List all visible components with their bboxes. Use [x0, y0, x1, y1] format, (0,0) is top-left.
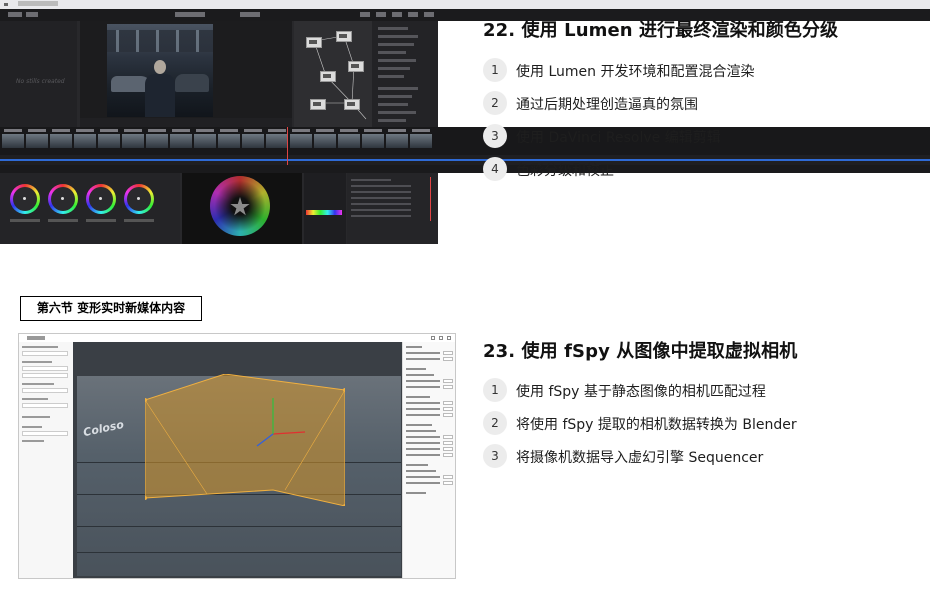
color-node: [344, 99, 360, 110]
gamma-wheel: [48, 184, 78, 214]
offset-wheel: [124, 184, 154, 214]
item-number-badge: 1: [483, 58, 507, 82]
results-sidebar: [402, 342, 455, 578]
item-number-badge: 2: [483, 411, 507, 435]
playhead: [287, 127, 288, 165]
clip-strip: [0, 127, 930, 155]
stills-gallery: No stills created: [0, 21, 77, 127]
node-graph: [294, 21, 372, 127]
color-node: [348, 61, 364, 72]
video-frame: [107, 24, 213, 117]
mini-timeline: [0, 155, 930, 165]
gallery-placeholder: No stills created: [16, 78, 65, 85]
effects-panel: [372, 21, 438, 127]
item-text: 使用 DaVinci Resolve 编辑剪辑: [516, 130, 721, 146]
lift-wheel: [10, 184, 40, 214]
section-label: 第六节 变形实时新媒体内容: [20, 296, 202, 321]
curves-panel: [304, 173, 346, 244]
item-text: 色彩分级和校正: [516, 163, 614, 179]
viewer-controls: [80, 118, 292, 127]
item-number-badge: 3: [483, 444, 507, 468]
item-number-badge: 2: [483, 91, 507, 115]
color-wheels-panel: [0, 173, 180, 244]
item-text: 将使用 fSpy 提取的相机数据转换为 Blender: [516, 417, 797, 433]
davinci-resolve-screenshot: No stills created: [0, 0, 930, 244]
color-toolbar: [0, 165, 930, 173]
color-node: [336, 31, 352, 42]
section2-title: 23. 使用 fSpy 从图像中提取虚拟相机: [483, 341, 798, 362]
item-text: 通过后期处理创造逼真的氛围: [516, 97, 698, 113]
color-node: [310, 99, 326, 110]
hue-spectrum: [306, 210, 342, 215]
item-text: 使用 fSpy 基于静态图像的相机匹配过程: [516, 384, 766, 400]
item-number-badge: 1: [483, 378, 507, 402]
item-number-badge: 4: [483, 157, 507, 181]
keyframes-panel: [347, 173, 438, 244]
window-title: [18, 1, 58, 6]
item-text: 将摄像机数据导入虚幻引擎 Sequencer: [516, 450, 764, 466]
toolbar: [0, 9, 930, 21]
control-lines: [145, 374, 345, 506]
window-titlebar: [0, 0, 930, 9]
settings-sidebar: [19, 342, 74, 578]
gain-wheel: [86, 184, 116, 214]
item-number-badge: 3: [483, 124, 507, 148]
fspy-screenshot: Coloso: [18, 333, 456, 579]
color-node: [306, 37, 322, 48]
item-text: 使用 Lumen 开发环境和配置混合渲染: [516, 64, 755, 80]
color-node: [320, 71, 336, 82]
app-icon: [4, 3, 8, 6]
section1-title: 22. 使用 Lumen 进行最终渲染和颜色分级: [483, 20, 839, 41]
